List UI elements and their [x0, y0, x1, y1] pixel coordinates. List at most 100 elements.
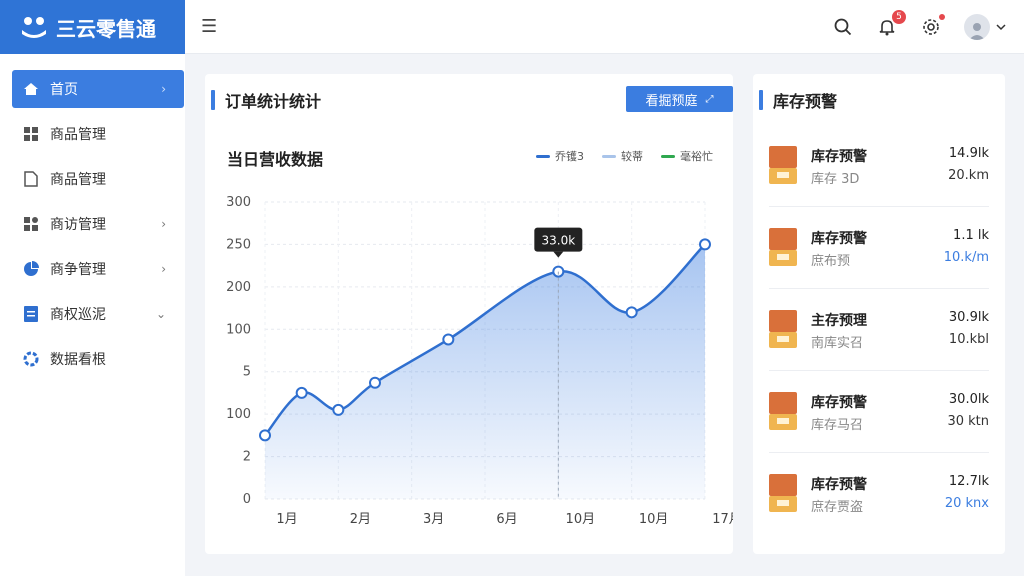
stock-alert-item[interactable]: 库存预警 庶存贾盗 12.7lk 20 knx — [769, 474, 989, 534]
data-point — [369, 376, 381, 389]
revenue-chart: 300 250 200 100 5 100 2 0 1月 2月 3月 6月 10月 10月 17月 33.0k — [226, 195, 733, 527]
stock-item-value: 12.7lk — [948, 474, 989, 489]
pie-chart-icon — [22, 260, 40, 278]
sidebar-item-1[interactable]: 商品管理 — [12, 115, 184, 153]
chevron-icon: › — [161, 82, 166, 96]
search-icon[interactable] — [832, 16, 854, 38]
sidebar-item-label: 商品管理 — [50, 127, 106, 143]
y-tick-label: 250 — [226, 237, 251, 252]
data-point — [699, 238, 711, 251]
chevron-icon: ⌄ — [155, 307, 166, 321]
sidebar-item-2[interactable]: 商品管理 — [12, 160, 184, 198]
stock-item-value: 14.9lk — [948, 146, 989, 161]
menu-toggle-icon[interactable]: ☰ — [201, 16, 217, 37]
package-box-icon — [769, 474, 797, 512]
sidebar-item-5[interactable]: 商权巡泥 ⌄ — [12, 295, 184, 333]
data-point — [442, 333, 455, 346]
title-accent-bar — [211, 90, 215, 110]
chevron-icon: › — [161, 217, 166, 231]
legend-label: 毫裕忙 — [680, 150, 713, 163]
y-tick-label: 5 — [243, 365, 251, 380]
stock-item-secondary-value: 20 knx — [944, 496, 989, 511]
legend-swatch — [536, 154, 550, 158]
legend-swatch — [661, 154, 675, 158]
sidebar-item-3[interactable]: 商访管理 › — [12, 205, 184, 243]
list-icon — [22, 305, 40, 323]
stock-alert-item[interactable]: 主存预理南库实召 30.9lk 10.kbl — [769, 310, 989, 370]
stock-item-value: 30.0lk — [948, 392, 989, 407]
home-icon — [22, 80, 40, 98]
sidebar-item-4[interactable]: 商争管理 › — [12, 250, 184, 288]
card-title-text: 订单统计统计 — [225, 92, 322, 111]
sidebar-item-label: 商权巡泥 — [50, 307, 106, 323]
data-point — [332, 403, 345, 416]
y-tick-label: 100 — [226, 407, 251, 422]
sidebar-item-label: 数据看根 — [50, 352, 106, 368]
user-menu[interactable] — [964, 13, 1006, 40]
y-tick-label: 100 — [226, 322, 251, 337]
legend-swatch — [602, 154, 616, 158]
stock-item-value: 1.1 lk — [953, 228, 989, 243]
tooltip-pointer — [553, 251, 564, 258]
view-report-button[interactable]: 看掘预庭 ⤢ — [626, 86, 733, 112]
legend-label: 较蒂 — [621, 150, 643, 163]
order-stats-title: 订单统计统计 — [211, 88, 321, 112]
package-box-icon — [769, 228, 797, 266]
stock-alert-item[interactable]: 库存预警库存 3D 14.9lk 20.km — [769, 146, 989, 206]
legend-label: 乔镬3 — [555, 150, 584, 163]
divider — [769, 452, 989, 453]
package-box-icon — [769, 146, 797, 184]
x-tick-label: 17月 — [712, 512, 733, 527]
x-tick-label: 1月 — [276, 512, 297, 527]
stock-item-secondary-value: 20.km — [948, 168, 989, 183]
stock-alert-item[interactable]: 库存预警 庶布预 1.1 lk 10.k/m — [769, 228, 989, 288]
document-icon — [22, 170, 40, 188]
chart-title: 当日营收数据 — [227, 150, 324, 169]
view-report-label: 看掘预庭 — [645, 93, 698, 109]
settings-dot — [939, 13, 945, 20]
package-box-icon — [769, 310, 797, 348]
sidebar-item-label: 首页 — [50, 82, 78, 98]
chevron-icon: › — [161, 262, 166, 276]
stock-item-name: 库存预警 — [811, 149, 867, 165]
grid-icon — [22, 125, 40, 143]
notification-bell-icon[interactable]: 5 — [876, 9, 906, 38]
stock-item-sub: 南库实召 — [811, 336, 864, 351]
sidebar-item-label: 商争管理 — [50, 262, 106, 278]
apps-icon — [22, 215, 40, 233]
legend-item[interactable]: 毫裕忙 — [661, 148, 713, 164]
x-tick-label: 2月 — [350, 512, 371, 527]
x-tick-label: 6月 — [496, 512, 517, 527]
stock-item-secondary-value: 10.k/m — [943, 250, 989, 265]
app-logo[interactable]: 三云零售通 — [0, 0, 185, 54]
title-accent-bar — [759, 90, 763, 110]
package-box-icon — [769, 392, 797, 430]
app-name: 三云零售通 — [56, 16, 156, 41]
avatar — [964, 13, 990, 40]
sidebar-item-6[interactable]: 数据看根 — [12, 340, 184, 378]
stock-item-name: 库存预警 — [811, 395, 867, 411]
expand-icon: ⤢ — [705, 93, 714, 105]
stock-item-sub: 库存 3D — [811, 172, 860, 187]
sidebar: 首页 › 商品管理 商品管理 商访管理 › 商争管理 › 商权巡泥 ⌄ 数据看根 — [0, 54, 185, 576]
divider — [769, 288, 989, 289]
legend-item[interactable]: 乔镬3 — [536, 148, 584, 164]
stock-alert-item[interactable]: 库存预警 库存马召 30.0lk 30 ktn — [769, 392, 989, 452]
y-tick-label: 300 — [226, 195, 251, 210]
stock-item-value: 30.9lk — [948, 310, 989, 325]
stock-item-name: 库存预警 — [811, 477, 867, 493]
stock-item-secondary-value: 30 ktn — [947, 414, 989, 429]
chevron-down-icon — [996, 23, 1006, 30]
data-icon — [22, 350, 40, 368]
x-tick-label: 10月 — [566, 512, 596, 527]
y-tick-label: 2 — [243, 450, 251, 465]
stock-alert-card: 库存预警 库存预警 库存 3D 14.9lk 20.km 库存预警 庶布预 1.1 lk 10… — [753, 74, 1005, 554]
settings-gear-icon[interactable] — [920, 13, 945, 38]
stock-item-secondary-value: 10.kbl — [948, 332, 989, 347]
divider — [769, 370, 989, 371]
sidebar-item-0[interactable]: 首页 › — [12, 70, 184, 108]
data-point — [625, 306, 638, 319]
logo-icon — [22, 17, 46, 38]
stock-item-name: 主存预理 — [811, 313, 867, 329]
legend-item[interactable]: 较蒂 — [602, 148, 643, 164]
